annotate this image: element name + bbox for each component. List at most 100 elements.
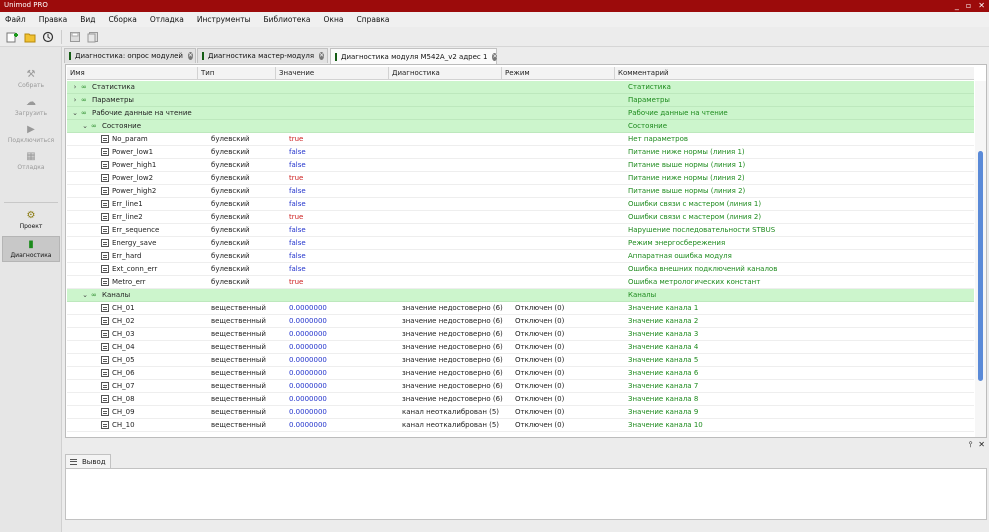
cell-value[interactable]: 0.0000000: [289, 406, 389, 418]
tree-variable-row[interactable]: No_param булевский true Нет параметров: [67, 133, 974, 146]
menu-edit[interactable]: Правка: [39, 15, 68, 24]
menu-windows[interactable]: Окна: [324, 15, 344, 24]
tab-master-module[interactable]: Диагностика мастер-модуля ✕: [197, 48, 328, 63]
column-type[interactable]: Тип: [198, 67, 276, 80]
cell-value[interactable]: [289, 107, 389, 119]
column-diagnostics[interactable]: Диагностика: [389, 67, 502, 80]
cell-value[interactable]: false: [289, 159, 389, 171]
tree-variable-row[interactable]: Power_high1 булевский false Питание выше но…: [67, 159, 974, 172]
tree-variable-row[interactable]: CH_06 вещественный 0.0000000 значение недос…: [67, 367, 974, 380]
menu-library[interactable]: Библиотека: [264, 15, 311, 24]
tab-output[interactable]: Вывод: [65, 454, 111, 468]
sidebar-diagnostics-button[interactable]: ▮ Диагностика: [2, 236, 60, 262]
tree-group-row[interactable]: › ∞ Параметры Параметры: [67, 94, 974, 107]
cell-value[interactable]: false: [289, 250, 389, 262]
tab-module-m542a[interactable]: Диагностика модуля M542A_v2 адрес 1 ✕: [330, 48, 498, 64]
cell-value[interactable]: false: [289, 224, 389, 236]
column-name[interactable]: Имя: [67, 67, 198, 80]
cell-value[interactable]: 0.0000000: [289, 380, 389, 392]
tree-group-row[interactable]: ⌄ ∞ Состояние Состояние: [67, 120, 974, 133]
menu-file[interactable]: Файл: [5, 15, 26, 24]
save-icon[interactable]: [69, 31, 81, 43]
chevron-down-icon[interactable]: ⌄: [81, 289, 89, 301]
tree-variable-row[interactable]: Err_line1 булевский false Ошибки связи с ма…: [67, 198, 974, 211]
menu-view[interactable]: Вид: [80, 15, 95, 24]
sidebar-upload-button[interactable]: ☁ Загрузить: [2, 95, 60, 121]
cell-value[interactable]: true: [289, 133, 389, 145]
save-all-icon[interactable]: [87, 31, 99, 43]
cell-value[interactable]: 0.0000000: [289, 354, 389, 366]
cell-value[interactable]: false: [289, 237, 389, 249]
tree-variable-row[interactable]: CH_02 вещественный 0.0000000 значение недос…: [67, 315, 974, 328]
tree-variable-row[interactable]: Ext_conn_err булевский false Ошибка внешних…: [67, 263, 974, 276]
sidebar-connect-button[interactable]: ▶ Подключиться: [2, 122, 60, 148]
menu-build[interactable]: Сборка: [109, 15, 137, 24]
pin-icon[interactable]: ⫯: [969, 440, 972, 450]
column-mode[interactable]: Режим: [502, 67, 615, 80]
close-window-button[interactable]: ✕: [978, 0, 985, 11]
tree-variable-row[interactable]: CH_05 вещественный 0.0000000 значение недос…: [67, 354, 974, 367]
folder-icon[interactable]: [24, 31, 36, 43]
cell-value[interactable]: true: [289, 172, 389, 184]
close-panel-icon[interactable]: ✕: [978, 440, 985, 450]
menu-debug[interactable]: Отладка: [150, 15, 184, 24]
tree-variable-row[interactable]: CH_04 вещественный 0.0000000 значение недос…: [67, 341, 974, 354]
cell-value[interactable]: 0.0000000: [289, 315, 389, 327]
cell-value[interactable]: false: [289, 185, 389, 197]
tree-group-row[interactable]: ⌄ ∞ Рабочие данные на чтение Рабочие данные…: [67, 107, 974, 120]
chevron-right-icon[interactable]: ›: [71, 81, 79, 93]
chevron-down-icon[interactable]: ⌄: [71, 107, 79, 119]
tree-variable-row[interactable]: CH_08 вещественный 0.0000000 значение недос…: [67, 393, 974, 406]
cell-value[interactable]: false: [289, 263, 389, 275]
cell-value[interactable]: false: [289, 146, 389, 158]
menu-help[interactable]: Справка: [356, 15, 389, 24]
tree-group-row[interactable]: › ∞ Статистика Статистика: [67, 81, 974, 94]
tree-group-row[interactable]: ⌄ ∞ Каналы Каналы: [67, 289, 974, 302]
sidebar-debug-button[interactable]: ▦ Отладка: [2, 149, 60, 175]
tree-variable-row[interactable]: Err_sequence булевский false Нарушение посл…: [67, 224, 974, 237]
cell-value[interactable]: [289, 120, 389, 132]
tree-variable-row[interactable]: Energy_save булевский false Режим энергосбе…: [67, 237, 974, 250]
vertical-scrollbar[interactable]: [975, 81, 986, 437]
cell-value[interactable]: false: [289, 198, 389, 210]
tree-variable-row[interactable]: CH_10 вещественный 0.0000000 канал неоткали…: [67, 419, 974, 432]
add-icon[interactable]: [6, 31, 18, 43]
tree-variable-row[interactable]: Power_high2 булевский false Питание выше но…: [67, 185, 974, 198]
tree-variable-row[interactable]: Err_line2 булевский true Ошибки связи с мас…: [67, 211, 974, 224]
tree-variable-row[interactable]: CH_03 вещественный 0.0000000 значение недос…: [67, 328, 974, 341]
close-tab-icon[interactable]: ✕: [492, 52, 498, 61]
tree-variable-row[interactable]: CH_07 вещественный 0.0000000 значение недос…: [67, 380, 974, 393]
column-comment[interactable]: Комментарий: [615, 67, 974, 80]
sidebar-project-button[interactable]: ⚙ Проект: [2, 208, 60, 234]
maximize-button[interactable]: ▫: [966, 0, 971, 11]
cell-value[interactable]: true: [289, 276, 389, 288]
tree-variable-row[interactable]: CH_09 вещественный 0.0000000 канал неоткали…: [67, 406, 974, 419]
cell-value[interactable]: 0.0000000: [289, 341, 389, 353]
output-console[interactable]: [65, 468, 987, 520]
tree-variable-row[interactable]: Power_low2 булевский true Питание ниже норм…: [67, 172, 974, 185]
minimize-button[interactable]: _: [955, 0, 959, 11]
history-icon[interactable]: [42, 31, 54, 43]
cell-value[interactable]: 0.0000000: [289, 328, 389, 340]
tree-variable-row[interactable]: Err_hard булевский false Аппаратная ошибка …: [67, 250, 974, 263]
cell-value[interactable]: 0.0000000: [289, 302, 389, 314]
scrollbar-thumb[interactable]: [978, 151, 983, 381]
cell-value[interactable]: 0.0000000: [289, 419, 389, 431]
cell-value[interactable]: [289, 289, 389, 301]
close-tab-icon[interactable]: ✕: [187, 52, 193, 60]
tree-variable-row[interactable]: Metro_err булевский true Ошибка метрологиче…: [67, 276, 974, 289]
tree-variable-row[interactable]: CH_01 вещественный 0.0000000 значение недос…: [67, 302, 974, 315]
cell-value[interactable]: [289, 94, 389, 106]
cell-value[interactable]: true: [289, 211, 389, 223]
cell-value[interactable]: [289, 81, 389, 93]
chevron-down-icon[interactable]: ⌄: [81, 120, 89, 132]
tree-variable-row[interactable]: Power_low1 булевский false Питание ниже нор…: [67, 146, 974, 159]
column-value[interactable]: Значение: [276, 67, 389, 80]
sidebar-build-button[interactable]: ⚒ Собрать: [2, 67, 60, 93]
tab-module-poll[interactable]: Диагностика: опрос модулей ✕: [64, 48, 196, 63]
cell-value[interactable]: 0.0000000: [289, 393, 389, 405]
chevron-right-icon[interactable]: ›: [71, 94, 79, 106]
close-tab-icon[interactable]: ✕: [319, 52, 325, 60]
menu-tools[interactable]: Инструменты: [197, 15, 251, 24]
cell-value[interactable]: 0.0000000: [289, 367, 389, 379]
